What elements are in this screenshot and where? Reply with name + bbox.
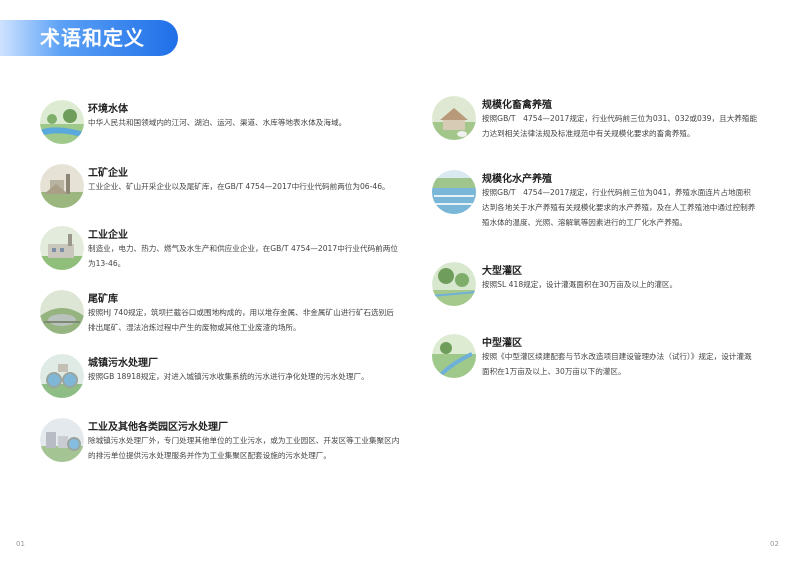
page-number-right: 02 <box>770 540 779 548</box>
term-item: 中型灌区 按照《中型灌区续建配套与节水改造项目建设管理办法（试行）》规定，设计灌… <box>432 334 758 384</box>
large-irrigation-icon <box>432 262 476 306</box>
term-title: 尾矿库 <box>88 294 118 305</box>
medium-irrigation-icon <box>432 334 476 378</box>
term-title: 工业及其他各类园区污水处理厂 <box>88 422 228 433</box>
term-item: 规模化畜禽养殖 按照GB/T 4754—2017规定，行业代码前三位为031、0… <box>432 96 758 146</box>
term-title: 中型灌区 <box>482 338 522 349</box>
term-title: 工业企业 <box>88 230 128 241</box>
term-item: 尾矿库 按照HJ 740规定，筑坝拦截谷口或围地构成的，用以堆存金属、非金属矿山… <box>40 290 400 340</box>
mining-factory-icon <box>40 164 84 208</box>
term-item: 规模化水产养殖 按照GB/T 4754—2017规定，行业代码前三位为041，养… <box>432 170 758 234</box>
term-description: 制造业，电力、热力、燃气及水生产和供应业企业，在GB/T 4754—2017中行… <box>88 244 398 268</box>
term-title: 规模化畜禽养殖 <box>482 100 552 111</box>
term-title: 城镇污水处理厂 <box>88 358 158 369</box>
term-title: 环境水体 <box>88 104 128 115</box>
term-description: 按照HJ 740规定，筑坝拦截谷口或围地构成的，用以堆存金属、非金属矿山进行矿石… <box>88 308 394 332</box>
term-item: 大型灌区 按照SL 418规定，设计灌溉面积在30万亩及以上的灌区。 <box>432 262 758 312</box>
livestock-farm-icon <box>432 96 476 140</box>
section-title: 术语和定义 <box>40 26 145 50</box>
term-description: 工业企业、矿山开采企业以及尾矿库，在GB/T 4754—2017中行业代码前两位… <box>88 182 390 191</box>
industrial-park-plant-icon <box>40 418 84 462</box>
term-item: 城镇污水处理厂 按照GB 18918规定，对进入城镇污水收集系统的污水进行净化处… <box>40 354 400 404</box>
sewage-plant-icon <box>40 354 84 398</box>
term-description: 按照GB 18918规定，对进入城镇污水收集系统的污水进行净化处理的污水处理厂。 <box>88 372 369 381</box>
term-description: 中华人民共和国领域内的江河、湖泊、运河、渠道、水库等地表水体及海域。 <box>88 118 347 127</box>
industrial-plant-icon <box>40 226 84 270</box>
term-description: 按照SL 418规定，设计灌溉面积在30万亩及以上的灌区。 <box>482 280 678 289</box>
term-item: 工业企业 制造业，电力、热力、燃气及水生产和供应业企业，在GB/T 4754—2… <box>40 226 400 276</box>
tailings-pond-icon <box>40 290 84 334</box>
term-item: 工业及其他各类园区污水处理厂 除城镇污水处理厂外，专门处理其他单位的工业污水，或… <box>40 418 400 478</box>
term-item: 工矿企业 工业企业、矿山开采企业以及尾矿库，在GB/T 4754—2017中行业… <box>40 164 400 214</box>
term-title: 规模化水产养殖 <box>482 174 552 185</box>
section-banner: 术语和定义 <box>0 20 178 56</box>
aquaculture-icon <box>432 170 476 214</box>
term-description: 除城镇污水处理厂外，专门处理其他单位的工业污水，或为工业园区、开发区等工业集聚区… <box>88 436 400 460</box>
term-item: 环境水体 中华人民共和国领域内的江河、湖泊、运河、渠道、水库等地表水体及海域。 <box>40 100 400 150</box>
term-title: 工矿企业 <box>88 168 128 179</box>
term-description: 按照《中型灌区续建配套与节水改造项目建设管理办法（试行）》规定，设计灌溉面积在1… <box>482 352 752 376</box>
term-description: 按照GB/T 4754—2017规定，行业代码前三位为031、032或039，且… <box>482 114 758 138</box>
term-description: 按照GB/T 4754—2017规定，行业代码前三位为041，养殖水面连片占地面… <box>482 188 756 227</box>
river-landscape-icon <box>40 100 84 144</box>
term-title: 大型灌区 <box>482 266 522 277</box>
page-number-left: 01 <box>16 540 25 548</box>
